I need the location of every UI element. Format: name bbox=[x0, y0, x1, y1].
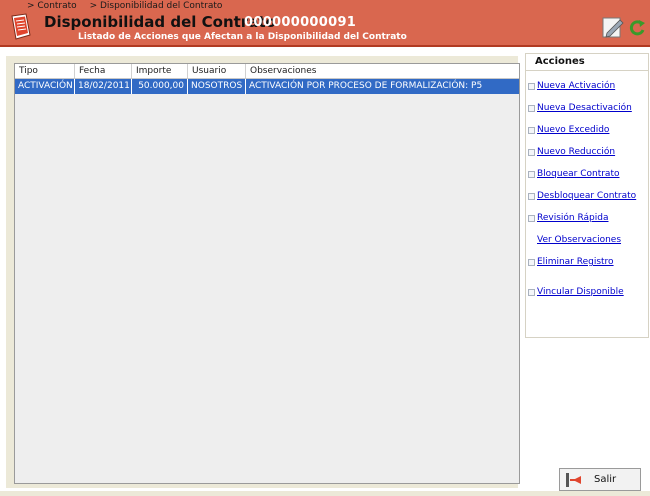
action-nueva-activacion[interactable]: Nueva Activación bbox=[526, 81, 648, 93]
actions-panel: Acciones Nueva Activación Nueva Desactiv… bbox=[525, 53, 649, 338]
edit-icon[interactable] bbox=[601, 15, 625, 39]
action-link[interactable]: Vincular Disponible bbox=[537, 287, 624, 297]
header-divider bbox=[0, 45, 650, 47]
bullet-icon bbox=[528, 105, 535, 112]
bullet-icon bbox=[528, 149, 535, 156]
exit-icon bbox=[566, 473, 581, 487]
document-icon bbox=[11, 13, 31, 40]
action-link[interactable]: Nuevo Excedido bbox=[537, 125, 609, 135]
exit-label: Salir bbox=[594, 474, 617, 485]
action-desbloquear-contrato[interactable]: Desbloquear Contrato bbox=[526, 191, 648, 203]
breadcrumb: > Contrato > Disponibilidad del Contrato bbox=[27, 1, 232, 11]
actions-divider bbox=[526, 70, 648, 71]
action-ver-observaciones[interactable]: Ver Observaciones bbox=[526, 235, 648, 247]
bullet-icon bbox=[528, 193, 535, 200]
main-panel: Tipo Fecha Importe Usuario Observaciones… bbox=[6, 56, 520, 488]
bullet-icon bbox=[528, 171, 535, 178]
action-nuevo-reduccion[interactable]: Nuevo Reducción bbox=[526, 147, 648, 159]
footer-strip bbox=[0, 491, 650, 496]
cell-observaciones: ACTIVACIÓN POR PROCESO DE FORMALIZACIÓN:… bbox=[249, 81, 483, 91]
bullet-icon bbox=[528, 83, 535, 90]
page-subtitle: Listado de Acciones que Afectan a la Dis… bbox=[78, 32, 407, 42]
contract-number: 000000000091 bbox=[244, 15, 357, 30]
column-header-importe[interactable]: Importe bbox=[132, 64, 188, 78]
column-header-observaciones[interactable]: Observaciones bbox=[246, 64, 519, 78]
bullet-icon bbox=[528, 289, 535, 296]
bullet-icon bbox=[528, 215, 535, 222]
action-revision-rapida[interactable]: Revisión Rápida bbox=[526, 213, 648, 225]
exit-button[interactable]: Salir bbox=[559, 468, 641, 491]
action-vincular-disponible[interactable]: Vincular Disponible bbox=[526, 287, 648, 299]
action-link[interactable]: Bloquear Contrato bbox=[537, 169, 620, 179]
cell-importe: 50.000,00 bbox=[132, 79, 188, 94]
action-eliminar-registro[interactable]: Eliminar Registro bbox=[526, 257, 648, 269]
header-bar: > Contrato > Disponibilidad del Contrato… bbox=[0, 0, 650, 45]
action-link[interactable]: Nueva Activación bbox=[537, 81, 615, 91]
column-header-usuario[interactable]: Usuario bbox=[188, 64, 246, 78]
page-title: Disponibilidad del Contrato bbox=[44, 13, 276, 31]
action-link[interactable]: Nueva Desactivación bbox=[537, 103, 632, 113]
action-link[interactable]: Desbloquear Contrato bbox=[537, 191, 636, 201]
bullet-icon bbox=[528, 259, 535, 266]
cell-fecha: 18/02/2011 bbox=[75, 79, 132, 94]
column-header-tipo[interactable]: Tipo bbox=[15, 64, 75, 78]
action-nueva-desactivacion[interactable]: Nueva Desactivación bbox=[526, 103, 648, 115]
actions-grid[interactable]: Tipo Fecha Importe Usuario Observaciones… bbox=[14, 63, 520, 484]
action-link[interactable]: Eliminar Registro bbox=[537, 257, 614, 267]
action-bloquear-contrato[interactable]: Bloquear Contrato bbox=[526, 169, 648, 181]
cell-usuario: NOSOTROS bbox=[188, 79, 246, 94]
refresh-icon[interactable] bbox=[628, 18, 646, 38]
cell-tipo: ACTIVACIÓN bbox=[15, 79, 75, 94]
action-link[interactable]: Ver Observaciones bbox=[537, 235, 621, 245]
action-nuevo-excedido[interactable]: Nuevo Excedido bbox=[526, 125, 648, 137]
breadcrumb-item-contrato[interactable]: > Contrato bbox=[27, 1, 77, 11]
table-row[interactable]: ACTIVACIÓN 18/02/2011 50.000,00 NOSOTROS… bbox=[15, 79, 519, 94]
grid-header: Tipo Fecha Importe Usuario Observaciones bbox=[15, 64, 519, 79]
breadcrumb-item-disponibilidad[interactable]: > Disponibilidad del Contrato bbox=[90, 1, 223, 11]
column-header-fecha[interactable]: Fecha bbox=[75, 64, 132, 78]
actions-title: Acciones bbox=[535, 56, 585, 67]
action-link[interactable]: Nuevo Reducción bbox=[537, 147, 615, 157]
action-link[interactable]: Revisión Rápida bbox=[537, 213, 609, 223]
bullet-icon bbox=[528, 127, 535, 134]
